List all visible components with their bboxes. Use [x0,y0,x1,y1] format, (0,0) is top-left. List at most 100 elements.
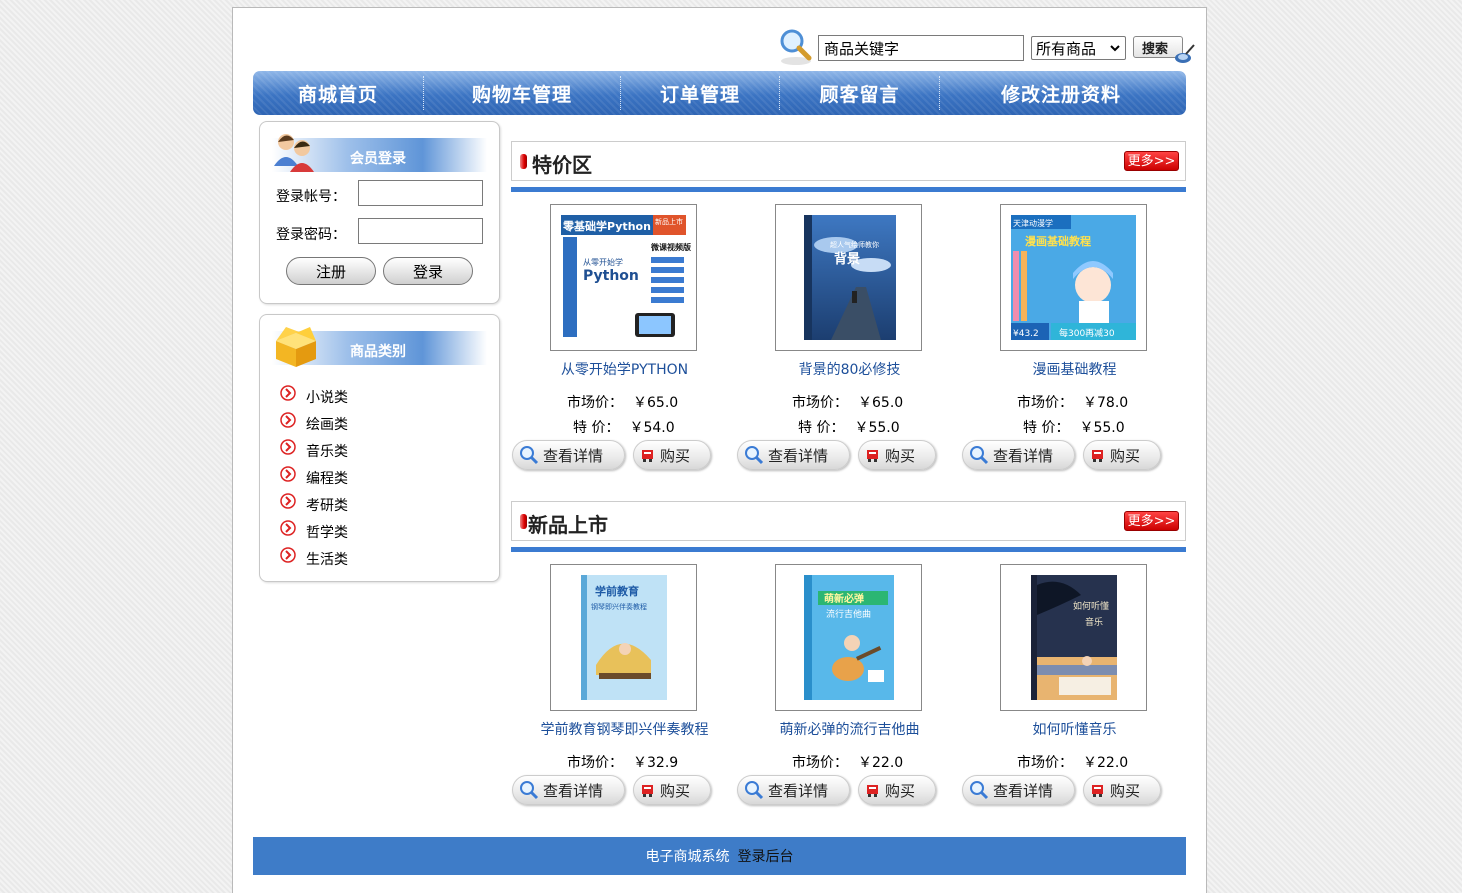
view-details-label: 查看详情 [768,781,829,800]
market-price-label: 市场价： [567,395,623,411]
buy-button[interactable]: 购买 [858,775,936,805]
arrow-right-circle-icon [280,384,296,401]
product-card: 如何听懂 音乐 如何听懂音乐 市场价： ￥22.0 查看详情 购买 [962,564,1187,834]
admin-login-link[interactable]: 登录后台 [738,846,794,866]
specials-more-button[interactable]: 更多>> [1124,151,1179,171]
product-image[interactable]: 如何听懂 音乐 [1000,564,1147,711]
category-select-value: 所有商品 [1036,40,1097,58]
password-label: 登录密码： [276,227,346,243]
market-price-value: ￥78.0 [1083,395,1129,411]
product-image[interactable]: 萌新必弹 流行吉他曲 [775,564,922,711]
product-name[interactable]: 漫画基础教程 [962,359,1187,379]
category-item[interactable]: 哲学类 [280,518,348,545]
svg-text:超人气绘师教你: 超人气绘师教你 [830,240,879,249]
market-price: 市场价： ￥22.0 [792,752,903,772]
magnifier-icon [745,781,764,800]
view-details-button[interactable]: 查看详情 [962,440,1075,470]
product-image[interactable]: 零基础学Python 新品上市 从零开始学 Python 微课视频版 [550,204,697,351]
product-name[interactable]: 背景的80必修技 [737,359,962,379]
view-details-button[interactable]: 查看详情 [962,775,1075,805]
market-price-value: ￥22.0 [858,755,904,771]
view-details-button[interactable]: 查看详情 [737,440,850,470]
buy-label: 购买 [1110,781,1141,800]
special-price: 特 价： ￥54.0 [573,417,675,437]
buy-button[interactable]: 购买 [1083,440,1161,470]
book-cover-manga: 天津动漫学 漫画基础教程 ¥43.2 每300再减30 [1011,215,1136,340]
book-cover-background: 超人气绘师教你 背景 [804,215,896,340]
product-card: 学前教育 钢琴即兴伴奏教程 学前教育钢琴即兴伴奏教程 市场价： ￥32.9 查看详… [512,564,737,834]
new-arrivals-more-button[interactable]: 更多>> [1124,511,1179,531]
product-name[interactable]: 萌新必弹的流行吉他曲 [737,719,962,739]
market-price: 市场价： ￥65.0 [567,392,678,412]
category-list: 小说类 绘画类 音乐类 编程类 考研类 哲学类 生活类 [280,383,348,572]
product-name[interactable]: 从零开始学PYTHON [512,359,737,379]
section-bullet-icon [520,154,527,169]
product-card: 超人气绘师教你 背景 背景的80必修技 市场价： ￥65.0 特 价： ￥55.0 … [737,204,962,474]
broom-icon [1175,44,1195,63]
category-item[interactable]: 绘画类 [280,410,348,437]
view-details-button[interactable]: 查看详情 [512,440,625,470]
special-price: 特 价： ￥55.0 [1023,417,1125,437]
specials-title: 特价区 [532,153,592,177]
svg-text:天津动漫学: 天津动漫学 [1013,218,1053,228]
svg-text:新品上市: 新品上市 [655,217,683,226]
svg-text:钢琴即兴伴奏教程: 钢琴即兴伴奏教程 [591,602,647,611]
category-select[interactable]: 所有商品 [1031,36,1126,60]
book-cover-guitar: 萌新必弹 流行吉他曲 [804,575,894,700]
view-details-button[interactable]: 查看详情 [512,775,625,805]
nav-profile[interactable]: 修改注册资料 [940,71,1182,115]
product-image[interactable]: 学前教育 钢琴即兴伴奏教程 [550,564,697,711]
category-item-label: 绘画类 [306,416,348,433]
section-divider [511,547,1186,552]
buy-button[interactable]: 购买 [1083,775,1161,805]
register-button[interactable]: 注册 [286,257,376,285]
view-details-button[interactable]: 查看详情 [737,775,850,805]
login-button[interactable]: 登录 [383,257,473,285]
special-price-label: 特 价： [573,420,620,436]
svg-text:如何听懂: 如何听懂 [1073,600,1109,612]
password-field[interactable] [358,218,483,244]
special-price-label: 特 价： [1023,420,1070,436]
search-input[interactable] [818,35,1024,61]
book-cover-python: 零基础学Python 新品上市 从零开始学 Python 微课视频版 [561,215,691,340]
nav-orders[interactable]: 订单管理 [621,71,779,115]
category-item[interactable]: 生活类 [280,545,348,572]
account-field[interactable] [358,180,483,206]
svg-text:萌新必弹: 萌新必弹 [824,592,864,605]
category-item[interactable]: 小说类 [280,383,348,410]
category-panel: 商品类别 小说类 绘画类 音乐类 编程类 考研类 哲学类 生活类 [259,314,500,582]
category-item[interactable]: 考研类 [280,491,348,518]
nav-messages[interactable]: 顾客留言 [780,71,939,115]
category-item[interactable]: 音乐类 [280,437,348,464]
chevron-down-icon [1110,45,1120,52]
product-image[interactable]: 天津动漫学 漫画基础教程 ¥43.2 每300再减30 [1000,204,1147,351]
buy-button[interactable]: 购买 [633,775,711,805]
category-item[interactable]: 编程类 [280,464,348,491]
product-name[interactable]: 如何听懂音乐 [962,719,1187,739]
market-price-value: ￥65.0 [633,395,679,411]
product-card: 零基础学Python 新品上市 从零开始学 Python 微课视频版 从零开始学… [512,204,737,474]
svg-text:微课视频版: 微课视频版 [650,242,691,252]
market-price-label: 市场价： [1017,395,1073,411]
arrow-right-circle-icon [280,492,296,509]
new-arrivals-header: 新品上市 更多>> [511,501,1186,541]
cart-icon [642,785,653,797]
product-image[interactable]: 超人气绘师教你 背景 [775,204,922,351]
buy-button[interactable]: 购买 [858,440,936,470]
login-panel-title: 会员登录 [350,151,406,167]
product-name[interactable]: 学前教育钢琴即兴伴奏教程 [512,719,737,739]
view-details-label: 查看详情 [993,446,1054,465]
magnifier-icon [745,446,764,465]
view-details-label: 查看详情 [543,446,604,465]
special-price-value: ￥54.0 [629,420,675,436]
market-price: 市场价： ￥32.9 [567,752,678,772]
nav-cart[interactable]: 购物车管理 [424,71,620,115]
market-price-label: 市场价： [1017,755,1073,771]
footer-system-name: 电子商城系统 [645,849,730,865]
category-panel-title: 商品类别 [350,344,406,360]
magnifier-icon [520,781,539,800]
buy-button[interactable]: 购买 [633,440,711,470]
nav-home[interactable]: 商城首页 [253,71,423,115]
arrow-right-circle-icon [280,465,296,482]
magnifier-icon [520,446,539,465]
